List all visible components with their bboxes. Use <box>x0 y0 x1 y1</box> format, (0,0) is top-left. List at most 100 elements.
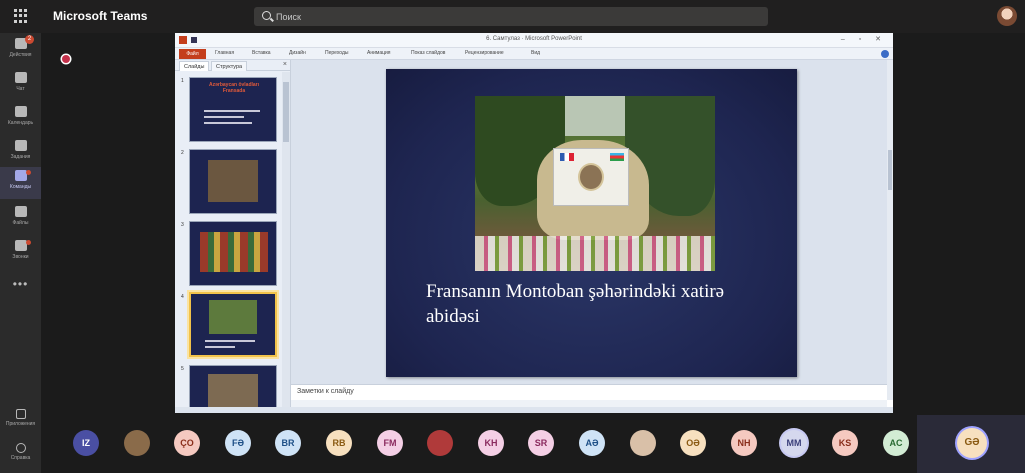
participant-avatar[interactable]: IZ <box>73 430 99 456</box>
search-input[interactable] <box>276 9 756 24</box>
slide-number: 4 <box>181 294 184 300</box>
rail-item-label: Справка <box>10 455 31 461</box>
help-icon <box>15 443 26 453</box>
self-avatar: GƏ <box>957 428 987 458</box>
participant-avatar[interactable]: KS <box>832 430 858 456</box>
panel-tabs: Слайды Структура × <box>175 60 291 71</box>
participant-avatar[interactable]: SR <box>528 430 554 456</box>
ribbon-tabs: Файл Главная Вставка Дизайн Переходы Ани… <box>175 48 893 60</box>
ribbon-tab[interactable]: Показ слайдов <box>411 50 445 56</box>
participant-avatar[interactable]: NH <box>731 430 757 456</box>
thumbnail-text-line <box>205 340 255 342</box>
files-icon <box>14 206 27 217</box>
rail-item-label: Приложения <box>5 421 36 427</box>
thumbnail-photo <box>208 374 258 408</box>
participant-avatar[interactable]: AƏ <box>579 430 605 456</box>
teams-notification-dot <box>26 170 31 175</box>
ribbon-tab[interactable]: Рецензирование <box>465 50 504 56</box>
azerbaijan-flag-icon <box>610 153 624 161</box>
rail-item-calls[interactable]: Звонки <box>0 237 41 269</box>
ribbon-tab[interactable]: Дизайн <box>289 50 306 56</box>
participant-avatar[interactable] <box>124 430 150 456</box>
rail-item-label: Команды <box>9 184 32 190</box>
chat-icon <box>14 72 27 83</box>
monument-photo <box>475 96 715 271</box>
powerpoint-window-title: 6. Самтулаз · Microsoft PowerPoint <box>486 36 582 42</box>
participant-avatar[interactable]: OƏ <box>680 430 706 456</box>
participant-avatar[interactable]: ÇO <box>174 430 200 456</box>
more-apps-button[interactable]: ••• <box>0 277 41 291</box>
recording-indicator <box>62 55 70 63</box>
notes-placeholder: Заметки к слайду <box>297 388 354 395</box>
participant-avatar[interactable]: KH <box>478 430 504 456</box>
slides-panel: Слайды Структура × 1 Azərbaycan övladlar… <box>175 60 291 410</box>
calls-notification-dot <box>26 240 31 245</box>
user-avatar[interactable] <box>997 6 1017 26</box>
thumbnail-text-line <box>205 346 235 348</box>
slide-caption[interactable]: Fransanın Montoban şəhərindəki xatirə ab… <box>426 279 766 329</box>
portrait-medallion <box>578 163 604 191</box>
slide-thumbnail-1[interactable]: Azərbaycan övladları Fransada <box>189 77 277 142</box>
calendar-icon <box>14 106 27 117</box>
rail-item-apps[interactable]: Приложения <box>0 409 41 427</box>
close-icon[interactable]: × <box>283 61 287 68</box>
self-view: GƏ <box>917 415 1025 473</box>
help-icon[interactable] <box>881 50 889 58</box>
notes-pane[interactable]: Заметки к слайду <box>291 384 887 400</box>
ribbon-tab-file[interactable]: Файл <box>179 49 206 59</box>
rail-item-label: Звонки <box>12 254 29 260</box>
app-launcher-icon[interactable] <box>14 9 28 23</box>
ribbon-tab[interactable]: Вставка <box>252 50 271 56</box>
rail-item-activity[interactable]: 2 Действия <box>0 35 41 67</box>
shared-screen-powerpoint: 6. Самтулаз · Microsoft PowerPoint – ▫ ✕… <box>175 33 893 413</box>
slides-scrollbar[interactable] <box>282 72 290 408</box>
rail-item-chat[interactable]: Чат <box>0 69 41 101</box>
slide-number: 5 <box>181 366 184 372</box>
app-rail: 2 Действия Чат Календарь Задания Команды… <box>0 33 41 473</box>
rail-item-assignments[interactable]: Задания <box>0 137 41 169</box>
rail-item-label: Календарь <box>7 120 34 126</box>
slide-thumbnail-4[interactable] <box>189 292 277 357</box>
participant-avatar[interactable] <box>630 430 656 456</box>
participant-avatar[interactable]: AC <box>883 430 909 456</box>
participant-avatar[interactable]: FƏ <box>225 430 251 456</box>
search-box[interactable] <box>254 7 768 26</box>
rail-item-label: Файлы <box>12 220 29 226</box>
rail-item-files[interactable]: Файлы <box>0 203 41 235</box>
ribbon-tab[interactable]: Переходы <box>325 50 348 56</box>
ribbon-tab[interactable]: Вид <box>531 50 540 56</box>
thumbnail-title: Azərbaycan övladları Fransada <box>208 82 260 94</box>
canvas-scrollbar[interactable] <box>887 60 893 400</box>
france-flag-icon <box>560 153 574 161</box>
slide-thumbnail-5[interactable] <box>189 365 277 410</box>
slide-number: 3 <box>181 222 184 228</box>
participant-avatar[interactable]: MM <box>781 430 807 456</box>
participant-avatar[interactable]: BR <box>275 430 301 456</box>
tab-outline[interactable]: Структура <box>211 61 248 71</box>
app-title: Microsoft Teams <box>53 9 148 23</box>
rail-item-calendar[interactable]: Календарь <box>0 103 41 135</box>
thumbnail-text-line <box>204 116 244 118</box>
search-icon <box>262 11 271 20</box>
calls-icon <box>14 240 27 251</box>
participant-avatar[interactable]: FM <box>377 430 403 456</box>
canvas-hscrollbar[interactable] <box>291 400 887 407</box>
flowers <box>475 236 715 271</box>
rail-item-label: Действия <box>9 52 32 58</box>
participant-avatar[interactable] <box>427 430 453 456</box>
powerpoint-title-bar: 6. Самтулаз · Microsoft PowerPoint – ▫ ✕ <box>175 33 893 48</box>
thumbnail-photo <box>200 232 268 272</box>
rail-item-teams[interactable]: Команды <box>0 167 41 199</box>
thumbnail-text-line <box>204 110 260 112</box>
ribbon-tab[interactable]: Анимация <box>367 50 390 56</box>
rail-item-label: Чат <box>16 86 25 92</box>
tab-slides[interactable]: Слайды <box>179 61 210 71</box>
slide-number: 1 <box>181 78 184 84</box>
rail-item-help[interactable]: Справка <box>0 443 41 461</box>
slide-thumbnail-2[interactable] <box>189 149 277 214</box>
participant-avatar[interactable]: RB <box>326 430 352 456</box>
ribbon-tab[interactable]: Главная <box>215 50 234 56</box>
slide-thumbnail-3[interactable] <box>189 221 277 286</box>
rail-item-label: Задания <box>10 154 31 160</box>
slide-number: 2 <box>181 150 184 156</box>
